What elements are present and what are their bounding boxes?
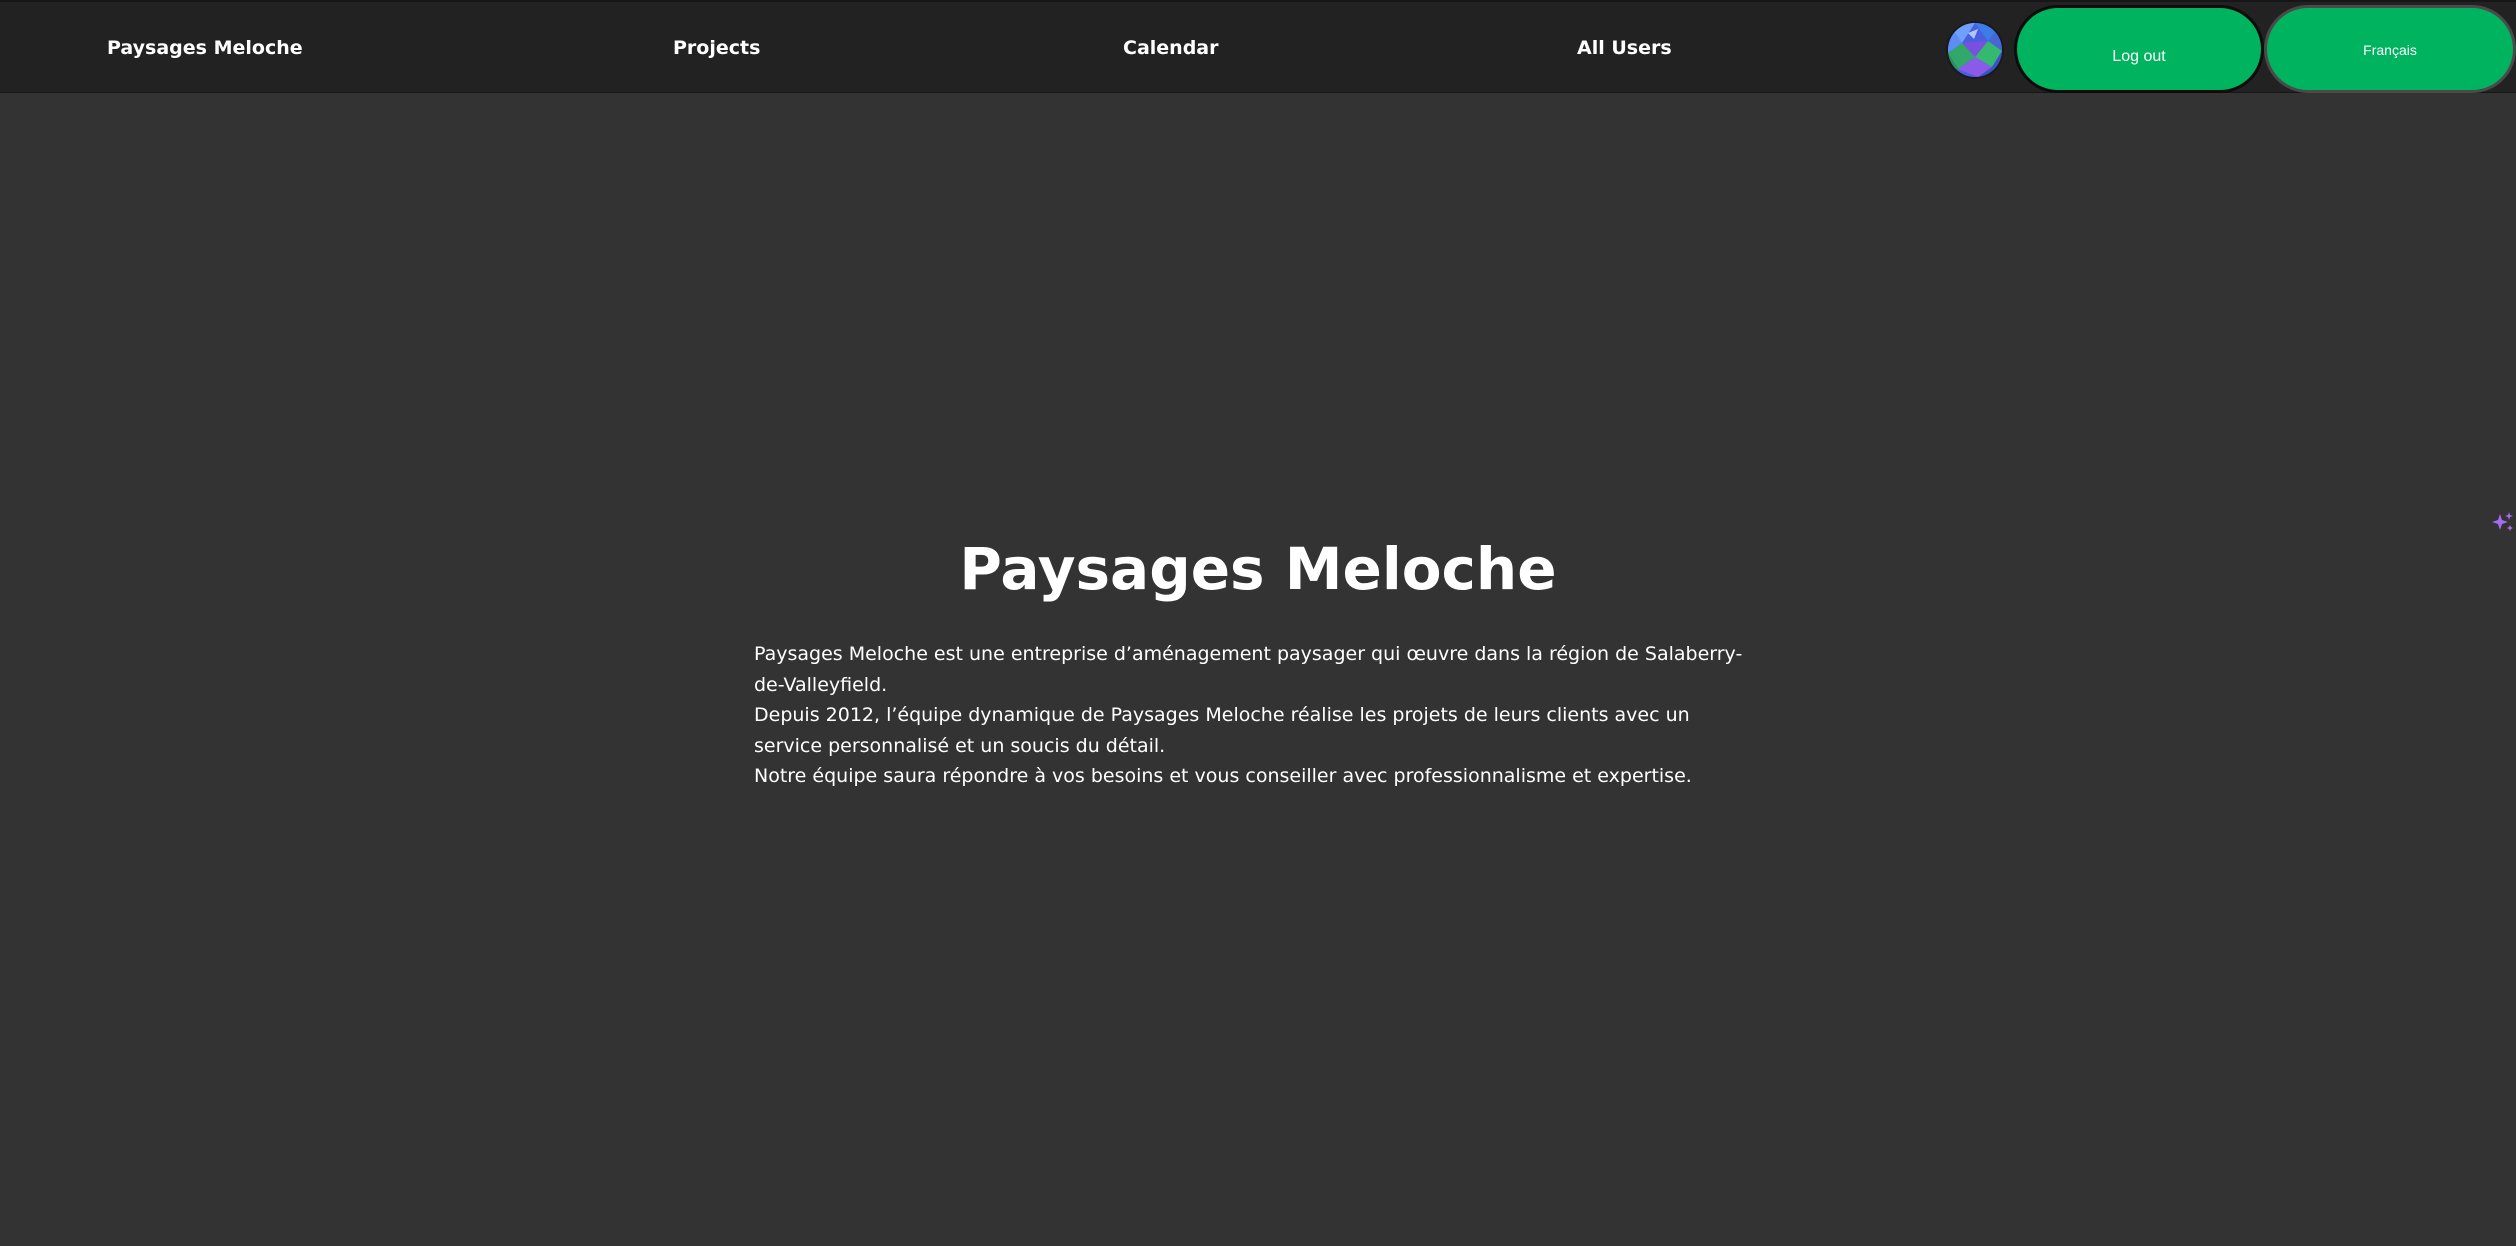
top-navbar: Paysages Meloche Projects Calendar All U… — [0, 0, 2516, 93]
language-button[interactable]: Français — [2264, 5, 2516, 93]
intro-paragraph: Depuis 2012, l’équipe dynamique de Paysa… — [754, 704, 1690, 757]
intro-paragraph: Notre équipe saura répondre à vos besoin… — [754, 765, 1692, 787]
user-avatar[interactable] — [1946, 21, 2004, 79]
intro-paragraph: Paysages Meloche est une entreprise d’am… — [754, 643, 1743, 696]
page-title: Paysages Meloche — [959, 535, 1557, 603]
sparkle-icon[interactable] — [2490, 510, 2516, 536]
nav-link-projects[interactable]: Projects — [673, 2, 760, 95]
brand-link[interactable]: Paysages Meloche — [107, 2, 303, 95]
nav-link-calendar[interactable]: Calendar — [1123, 2, 1218, 95]
intro-text: Paysages Meloche est une entreprise d’am… — [754, 639, 1754, 792]
logout-button[interactable]: Log out — [2014, 5, 2264, 93]
avatar-image — [1948, 23, 2002, 77]
nav-link-all-users[interactable]: All Users — [1577, 2, 1672, 95]
